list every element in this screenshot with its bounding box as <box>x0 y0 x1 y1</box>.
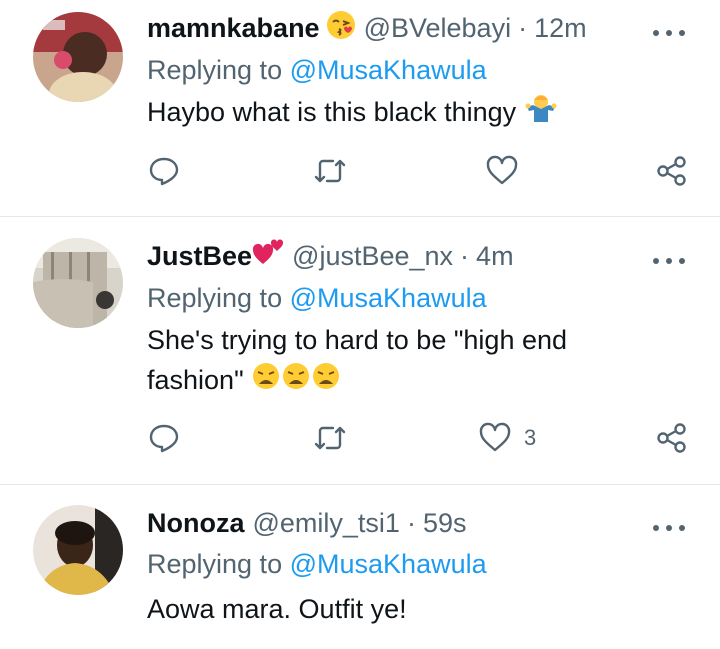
like-button[interactable] <box>485 155 531 187</box>
share-button[interactable] <box>655 422 689 454</box>
timestamp[interactable]: 4m <box>476 241 514 272</box>
reply-tweet-3[interactable]: Nonoza @emily_tsi1 · 59s Replying to @Mu… <box>0 485 720 649</box>
handle[interactable]: @emily_tsi1 <box>253 508 400 539</box>
replying-to-label: Replying to <box>147 55 283 85</box>
kissing-face-emoji <box>326 10 356 47</box>
reply-bubble-icon <box>149 157 179 186</box>
tweet-text-line-2: fashion" <box>147 360 667 402</box>
avatar[interactable] <box>33 505 123 595</box>
mention-link[interactable]: @MusaKhawula <box>290 55 487 85</box>
retweet-icon <box>314 426 346 450</box>
mention-link[interactable]: @MusaKhawula <box>290 549 487 579</box>
share-icon <box>657 423 686 453</box>
more-horizontal-icon[interactable] <box>652 513 686 533</box>
handle[interactable]: @justBee_nx <box>292 241 453 272</box>
tweet-text: She's trying to hard to be "high end fas… <box>147 320 667 402</box>
display-name[interactable]: mamnkabane <box>147 13 320 44</box>
reply-tweet-2[interactable]: JustBee @justBee_nx · 4m Replying to @Mu… <box>0 217 720 485</box>
like-button[interactable]: 3 <box>478 422 536 454</box>
tweet-text-line-1: She's trying to hard to be "high end <box>147 325 568 355</box>
retweet-button[interactable] <box>313 155 347 187</box>
display-name[interactable]: Nonoza <box>147 508 245 539</box>
reply-button[interactable] <box>148 155 180 187</box>
two-hearts-emoji <box>252 238 284 275</box>
tweet-text-content: Aowa mara. Outfit ye! <box>147 594 407 624</box>
reply-button[interactable] <box>148 422 180 454</box>
replying-to: Replying to @MusaKhawula <box>147 55 487 86</box>
tweet-actions <box>0 155 720 195</box>
reply-bubble-icon <box>149 424 179 453</box>
tweet-header: Nonoza @emily_tsi1 · 59s <box>147 506 467 540</box>
retweet-icon <box>314 159 346 183</box>
heart-icon <box>479 422 511 452</box>
mention-link[interactable]: @MusaKhawula <box>290 283 487 313</box>
tweet-actions: 3 <box>0 422 720 462</box>
tweet-text: Aowa mara. Outfit ye! <box>147 589 667 629</box>
weary-face-emoji <box>281 361 311 402</box>
tweet-header: JustBee @justBee_nx · 4m <box>147 238 514 275</box>
separator: · <box>460 240 470 271</box>
more-horizontal-icon[interactable] <box>652 18 686 38</box>
tweet-header: mamnkabane @BVelebayi · 12m <box>147 10 587 47</box>
weary-face-emoji <box>251 361 281 402</box>
replying-to-label: Replying to <box>147 549 283 579</box>
handle[interactable]: @BVelebayi <box>364 13 512 44</box>
display-name[interactable]: JustBee <box>147 241 252 272</box>
reply-tweet-1[interactable]: mamnkabane @BVelebayi · 12m Replying to … <box>0 0 720 217</box>
separator: · <box>518 12 528 43</box>
replying-to: Replying to @MusaKhawula <box>147 549 487 580</box>
share-button[interactable] <box>655 155 689 187</box>
avatar[interactable] <box>33 238 123 328</box>
replying-to-label: Replying to <box>147 283 283 313</box>
weary-face-emoji <box>311 361 341 402</box>
avatar[interactable] <box>33 12 123 102</box>
like-count: 3 <box>524 425 537 450</box>
person-shrugging-emoji <box>524 93 558 134</box>
tweet-text-line-2-text: fashion" <box>147 365 244 395</box>
timestamp[interactable]: 59s <box>423 508 467 539</box>
timestamp[interactable]: 12m <box>534 13 587 44</box>
more-horizontal-icon[interactable] <box>652 246 686 266</box>
replying-to: Replying to @MusaKhawula <box>147 283 487 314</box>
retweet-button[interactable] <box>313 422 347 454</box>
separator: · <box>406 507 416 538</box>
tweet-text-content: Haybo what is this black thingy <box>147 97 517 127</box>
share-icon <box>657 156 686 186</box>
tweet-text: Haybo what is this black thingy <box>147 92 667 134</box>
heart-icon <box>486 155 518 185</box>
